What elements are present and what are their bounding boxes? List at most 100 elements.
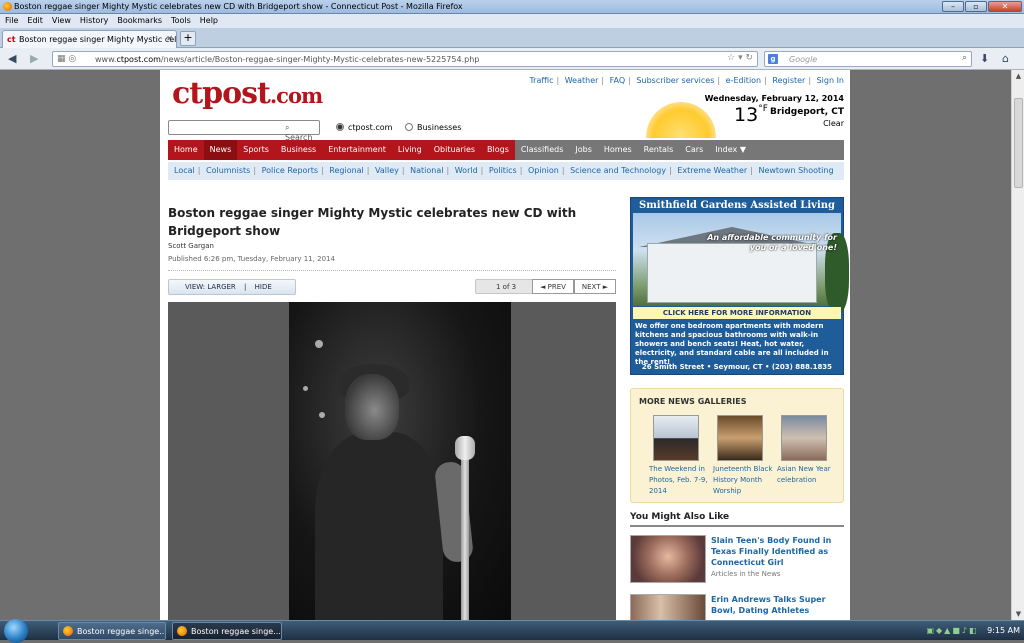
close-button[interactable]: ✕ bbox=[988, 1, 1022, 12]
ad-cta[interactable]: CLICK HERE FOR MORE INFORMATION bbox=[633, 307, 841, 319]
site-logo[interactable]: ctpost.com bbox=[172, 76, 323, 111]
scroll-up-icon[interactable]: ▲ bbox=[1014, 72, 1023, 80]
subnav-columnists[interactable]: Columnists bbox=[206, 166, 250, 175]
tray-icons[interactable]: ▣◆▲■♪◧ bbox=[926, 626, 978, 635]
nav-home[interactable]: Home bbox=[168, 140, 204, 160]
back-arrow-icon[interactable]: ◀ bbox=[8, 52, 16, 65]
nav-cars[interactable]: Cars bbox=[679, 140, 710, 160]
scroll-down-icon[interactable]: ▼ bbox=[1014, 610, 1023, 618]
subnav-extreme-weather[interactable]: Extreme Weather bbox=[677, 166, 747, 175]
advertisement[interactable]: Smithfield Gardens Assisted Living An af… bbox=[630, 197, 849, 375]
gallery-item[interactable]: Juneteenth Black History Month Worship bbox=[713, 415, 773, 497]
nav-index[interactable]: Index ▼ bbox=[709, 140, 752, 160]
menu-view[interactable]: View bbox=[47, 14, 75, 28]
top-link-weather[interactable]: Weather bbox=[565, 76, 599, 85]
top-link-traffic[interactable]: Traffic bbox=[529, 76, 553, 85]
tab-close-icon[interactable]: ✕ bbox=[166, 34, 173, 43]
url-bar[interactable]: ▦ ◎ www.ctpost.com/news/article/Boston-r… bbox=[52, 51, 758, 67]
site-search-input[interactable]: ⌕ Search bbox=[168, 120, 320, 142]
search-bar[interactable]: g Google ⌕ bbox=[764, 51, 972, 67]
taskbar-window[interactable]: Boston reggae singe... bbox=[58, 622, 166, 640]
article-photo[interactable] bbox=[289, 302, 511, 620]
menu-history[interactable]: History bbox=[75, 14, 112, 28]
site-search-icon[interactable]: ⌕ bbox=[285, 123, 289, 132]
nav-living[interactable]: Living bbox=[392, 140, 428, 160]
article-published: Published 6:26 pm, Tuesday, February 11,… bbox=[168, 255, 335, 263]
nav-homes[interactable]: Homes bbox=[597, 140, 638, 160]
subnav-opinion[interactable]: Opinion bbox=[528, 166, 559, 175]
top-link-signin[interactable]: Sign In bbox=[817, 76, 844, 85]
story-title[interactable]: Erin Andrews Talks Super Bowl, Dating At… bbox=[711, 595, 826, 615]
divider bbox=[630, 525, 844, 527]
menu-edit[interactable]: Edit bbox=[22, 14, 47, 28]
story-thumbnail[interactable] bbox=[630, 535, 706, 583]
related-story[interactable]: Slain Teen's Body Found in Texas Finally… bbox=[630, 535, 844, 585]
search-icon[interactable]: ⌕ bbox=[962, 53, 967, 63]
story-title[interactable]: Slain Teen's Body Found in Texas Finally… bbox=[711, 536, 831, 567]
home-icon[interactable]: ⌂ bbox=[1002, 52, 1009, 65]
subnav-world[interactable]: World bbox=[455, 166, 478, 175]
hide-button[interactable]: HIDE bbox=[255, 283, 272, 291]
forward-arrow-icon[interactable]: ▶ bbox=[30, 52, 38, 65]
subnav-national[interactable]: National bbox=[410, 166, 443, 175]
radio-ctpost[interactable]: ctpost.com bbox=[336, 123, 392, 132]
weather-city[interactable]: Bridgeport, CT bbox=[770, 107, 844, 117]
subnav-valley[interactable]: Valley bbox=[375, 166, 399, 175]
bookmark-star-icon[interactable]: ☆ ▾ ↻ bbox=[727, 53, 753, 63]
subnav-politics[interactable]: Politics bbox=[489, 166, 517, 175]
url-path: /news/article/Boston-reggae-singer-Might… bbox=[160, 55, 480, 64]
prev-button[interactable]: ◄ PREV bbox=[532, 279, 574, 294]
current-date: Wednesday, February 12, 2014 bbox=[704, 94, 844, 103]
subnav-science[interactable]: Science and Technology bbox=[570, 166, 666, 175]
menu-file[interactable]: File bbox=[0, 14, 22, 28]
ad-tagline: An affordable community for you or a lov… bbox=[707, 233, 837, 252]
top-link-eedition[interactable]: e-Edition bbox=[726, 76, 762, 85]
temperature: 13°F bbox=[734, 104, 768, 126]
article-byline[interactable]: Scott Gargan bbox=[168, 242, 214, 250]
radio-businesses[interactable]: Businesses bbox=[405, 123, 461, 132]
taskbar-window[interactable]: Boston reggae singe... bbox=[172, 622, 282, 640]
nav-business[interactable]: Business bbox=[275, 140, 322, 160]
site-identity-icon[interactable]: ▦ ◎ bbox=[57, 54, 76, 64]
view-larger-button[interactable]: VIEW: LARGER bbox=[185, 283, 236, 291]
menu-help[interactable]: Help bbox=[195, 14, 222, 28]
nav-blogs[interactable]: Blogs bbox=[481, 140, 515, 160]
subnav-police-reports[interactable]: Police Reports bbox=[262, 166, 318, 175]
ctpost-page: ctpost.com Traffic | Weather | FAQ | Subscr… bbox=[160, 70, 850, 620]
nav-sports[interactable]: Sports bbox=[237, 140, 275, 160]
top-link-register[interactable]: Register bbox=[772, 76, 805, 85]
story-thumbnail[interactable] bbox=[630, 594, 706, 620]
subnav-newtown[interactable]: Newtown Shooting bbox=[758, 166, 833, 175]
related-story[interactable]: Erin Andrews Talks Super Bowl, Dating At… bbox=[630, 594, 844, 620]
page-scrollbar[interactable]: ▲ ▼ bbox=[1011, 70, 1024, 620]
subnav-regional[interactable]: Regional bbox=[329, 166, 364, 175]
maximize-button[interactable]: ▫ bbox=[965, 1, 987, 12]
search-engine-icon[interactable]: g bbox=[768, 54, 778, 64]
next-button[interactable]: NEXT ► bbox=[574, 279, 616, 294]
subnav-local[interactable]: Local bbox=[174, 166, 195, 175]
nav-news[interactable]: News bbox=[203, 140, 238, 160]
top-link-subscriber[interactable]: Subscriber services bbox=[636, 76, 714, 85]
nav-jobs[interactable]: Jobs bbox=[569, 140, 598, 160]
view-toggle: VIEW: LARGER | HIDE bbox=[168, 279, 296, 295]
top-link-faq[interactable]: FAQ bbox=[610, 76, 626, 85]
start-button[interactable] bbox=[4, 619, 28, 643]
navigation-toolbar: ◀ ▶ ▦ ◎ www.ctpost.com/news/article/Bost… bbox=[0, 48, 1024, 70]
nav-obituaries[interactable]: Obituaries bbox=[428, 140, 481, 160]
gallery-item[interactable]: Asian New Year celebration bbox=[777, 415, 837, 486]
nav-classifieds[interactable]: Classifieds bbox=[514, 140, 570, 160]
clock[interactable]: 9:15 AM bbox=[987, 626, 1020, 635]
nav-rentals[interactable]: Rentals bbox=[637, 140, 680, 160]
nav-entertainment[interactable]: Entertainment bbox=[322, 140, 392, 160]
new-tab-button[interactable]: + bbox=[180, 31, 196, 46]
minimize-button[interactable]: – bbox=[942, 1, 964, 12]
menu-tools[interactable]: Tools bbox=[166, 14, 195, 28]
tab-bar: ct Boston reggae singer Mighty Mystic ce… bbox=[0, 28, 1024, 48]
gallery-item[interactable]: The Weekend in Photos, Feb. 7-9, 2014 bbox=[649, 415, 709, 497]
menu-bookmarks[interactable]: Bookmarks bbox=[112, 14, 166, 28]
scrollbar-thumb[interactable] bbox=[1014, 98, 1023, 188]
downloads-icon[interactable]: ⬇ bbox=[980, 52, 989, 65]
firefox-icon bbox=[63, 626, 73, 636]
article-headline: Boston reggae singer Mighty Mystic celeb… bbox=[168, 206, 577, 238]
browser-tab[interactable]: ct Boston reggae singer Mighty Mystic ce… bbox=[2, 30, 177, 48]
